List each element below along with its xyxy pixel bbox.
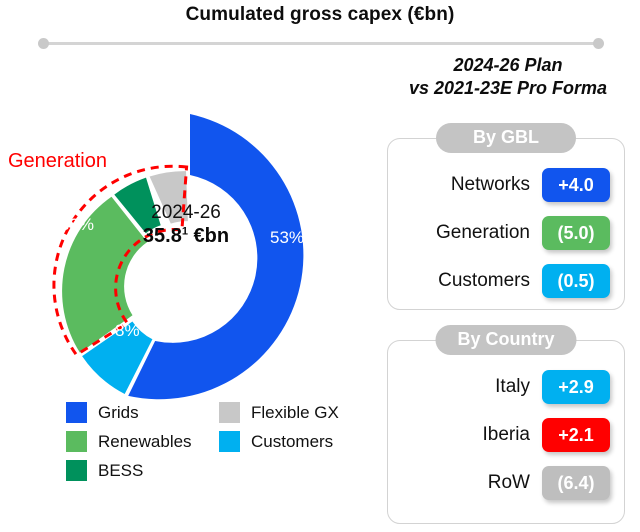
legend-label-grids: Grids [98,402,139,422]
legend-label-customers: Customers [251,431,334,451]
status-badge-generation: (5.0) [542,216,610,250]
slice-label-flexible-gx: 5% [166,116,191,135]
legend-item-renewables: Renewables [66,427,192,456]
by-gbl-card: By GBL Networks +4.0 Generation (5.0) Cu… [387,123,625,310]
table-row: Italy +2.9 [388,363,610,411]
legend-item-flexible-gx: Flexible GX [219,398,339,427]
status-badge-networks: +4.0 [542,168,610,202]
slice-label-customers: 8% [115,321,140,340]
by-country-pill-title: By Country [435,325,577,355]
table-row: Networks +4.0 [388,161,610,209]
donut-center-value: 35.81 €bn [0,225,372,248]
row-label-italy: Italy [495,376,530,397]
status-badge-iberia: +2.1 [542,418,610,452]
divider-dot-left [38,38,49,49]
legend-column-1: Grids Renewables BESS [66,398,192,485]
legend-swatch-grids [66,402,87,423]
legend-label-bess: BESS [98,460,144,480]
legend-item-grids: Grids [66,398,192,427]
donut-center-unit: €bn [193,225,230,247]
donut-slice-grids [128,114,304,400]
donut-center-period: 2024-26 [151,202,221,223]
divider-dot-right [593,38,604,49]
status-badge-italy: +2.9 [542,370,610,404]
table-row: Generation (5.0) [388,209,610,257]
legend-column-2: Flexible GX Customers [219,398,339,456]
comparison-heading-line1: 2024-26 Plan [453,55,563,75]
donut-center-footnote: 1 [181,225,188,238]
status-badge-row: (6.4) [542,466,610,500]
slice-label-grids: 53% [270,228,305,247]
legend-item-customers: Customers [219,427,339,456]
legend-swatch-flexible-gx [219,402,240,423]
generation-annotation-label: Generation [8,150,107,172]
page-title: Cumulated gross capex (€bn) [185,4,455,25]
by-country-card: By Country Italy +2.9 Iberia +2.1 RoW (6… [387,325,625,524]
table-row: RoW (6.4) [388,459,610,507]
header-divider [38,38,604,49]
status-badge-customers: (0.5) [542,264,610,298]
by-country-rows: Italy +2.9 Iberia +2.1 RoW (6.4) [388,363,624,507]
row-label-customers: Customers [438,270,530,291]
legend-swatch-bess [66,460,87,481]
donut-chart: Generation 2024-26 35.81 €bn 53% 8% 30% … [0,60,372,400]
divider-bar [44,42,598,45]
row-label-generation: Generation [435,222,530,243]
legend-swatch-customers [219,431,240,452]
donut-center-amount: 35.8 [142,225,182,247]
by-gbl-pill-title: By GBL [436,123,576,153]
comparison-panel: 2024-26 Plan vs 2021-23E Pro Forma By GB… [382,54,634,524]
slice-label-renewables: 30% [60,215,95,234]
row-label-networks: Networks [450,174,530,195]
legend-item-bess: BESS [66,456,192,485]
slice-label-bess: 4% [134,122,159,141]
comparison-heading-line2: vs 2021-23E Pro Forma [408,78,608,98]
row-label-iberia: Iberia [482,424,530,445]
table-row: Customers (0.5) [388,257,610,305]
row-label-row: RoW [487,472,530,493]
table-row: Iberia +2.1 [388,411,610,459]
legend-label-flexible-gx: Flexible GX [251,402,339,422]
legend-label-renewables: Renewables [98,431,192,451]
by-gbl-rows: Networks +4.0 Generation (5.0) Customers… [388,161,624,305]
legend-swatch-renewables [66,431,87,452]
